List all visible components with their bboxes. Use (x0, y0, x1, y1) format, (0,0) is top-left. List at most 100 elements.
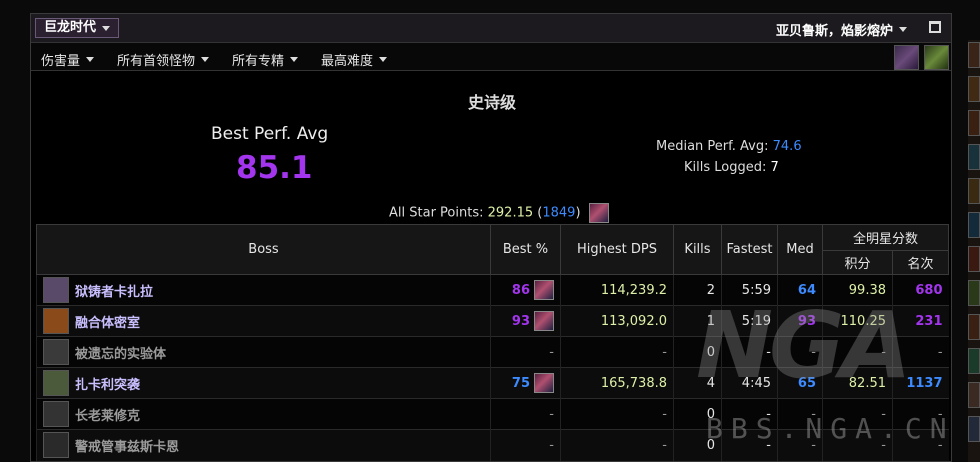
table-row[interactable]: 狱铸者卡扎拉 86 114,239.2 2 5:59 64 99.38 680 (36, 274, 949, 306)
spell-icon[interactable] (968, 42, 980, 68)
dps-cell: - (560, 336, 674, 368)
difficulty-filter-label: 最高难度 (321, 54, 374, 69)
boss-name[interactable]: 被遗忘的实验体 (75, 343, 166, 362)
fastest-cell: 5:19 (721, 305, 778, 337)
boss-name[interactable]: 狱铸者卡扎拉 (75, 281, 153, 300)
col-fastest[interactable]: Fastest (721, 224, 778, 275)
spell-icon[interactable] (968, 212, 980, 238)
spell-icon[interactable] (968, 314, 980, 340)
chevron-down-icon (102, 25, 111, 31)
difficulty-title: 史诗级 (467, 93, 516, 112)
best-percent: 75 (511, 375, 530, 391)
rank-cell: - (891, 429, 949, 461)
med-cell: 65 (777, 367, 823, 399)
kills-logged-value: 7 (770, 160, 779, 175)
boss-cell[interactable]: 警戒管事兹斯卡恩 (36, 429, 491, 461)
boss-filter-label: 所有首领怪物 (117, 54, 196, 69)
med-cell: 64 (777, 274, 823, 306)
kills-cell: 1 (673, 305, 722, 337)
dps-cell: 113,092.0 (560, 305, 674, 337)
difficulty-filter[interactable]: 最高难度 (321, 50, 388, 69)
metric-filter[interactable]: 伤害量 (41, 50, 95, 69)
spell-icon[interactable] (968, 144, 980, 170)
spec-icon (534, 280, 554, 300)
boss-portrait-icon (43, 277, 69, 303)
best-perf-label: Best Perf. Avg (211, 124, 329, 144)
all-star-points: All Star Points: 292.15 (1849) (389, 203, 609, 223)
points-cell: 82.51 (822, 367, 893, 399)
maximize-icon[interactable] (929, 21, 941, 33)
col-kills[interactable]: Kills (673, 224, 722, 275)
table-row[interactable]: 长老莱修克 - -0- - - - (36, 398, 949, 430)
col-best[interactable]: Best % (490, 224, 561, 275)
rank-cell: 231 (891, 305, 949, 337)
star-spec-icon (588, 203, 609, 223)
boss-name[interactable]: 融合体密室 (75, 312, 140, 331)
med-cell: - (777, 336, 823, 368)
spec-filter[interactable]: 所有专精 (232, 50, 299, 69)
chevron-down-icon (379, 57, 388, 62)
spec-filter-label: 所有专精 (232, 54, 285, 69)
best-cell: - (490, 336, 561, 368)
col-boss[interactable]: Boss (36, 224, 491, 275)
boss-cell[interactable]: 扎卡利突袭 (36, 367, 491, 399)
boss-filter[interactable]: 所有首领怪物 (117, 50, 210, 69)
med-cell: 93 (777, 305, 823, 337)
chevron-down-icon (290, 57, 299, 62)
metric-filter-label: 伤害量 (41, 54, 81, 69)
performance-summary: 史诗级 Best Perf. Avg 85.1 Median Perf. Avg… (31, 72, 951, 223)
table-row[interactable]: 警戒管事兹斯卡恩 - -0- - - - (36, 429, 949, 461)
dps-cell: - (560, 398, 674, 430)
spell-icon[interactable] (968, 348, 980, 374)
boss-cell[interactable]: 被遗忘的实验体 (36, 336, 491, 368)
fastest-cell: 4:45 (721, 367, 778, 399)
kills-cell: 4 (673, 367, 722, 399)
kills-cell: 0 (673, 429, 722, 461)
col-points[interactable]: 积分 (822, 250, 893, 275)
spell-icon[interactable] (968, 178, 980, 204)
boss-portrait-icon (43, 339, 69, 365)
character-select[interactable]: 亚贝鲁斯，焰影熔炉 (776, 20, 907, 39)
boss-portrait-icon (43, 432, 69, 459)
col-allstar: 全明星分数 (821, 224, 950, 251)
boss-cell[interactable]: 狱铸者卡扎拉 (36, 274, 491, 306)
boss-portrait-icon (43, 401, 69, 427)
boss-name[interactable]: 扎卡利突袭 (75, 374, 140, 393)
points-cell: - (822, 398, 893, 430)
spec-icon (534, 311, 554, 331)
kills-logged: Kills Logged: 7 (684, 160, 779, 175)
class-spec-icon[interactable] (894, 45, 919, 70)
best-percent: - (549, 344, 554, 360)
col-dps[interactable]: Highest DPS (560, 224, 674, 275)
median-perf: Median Perf. Avg: 74.6 (656, 139, 802, 154)
spell-icon[interactable] (968, 382, 980, 408)
side-icon-strip (968, 40, 980, 462)
dps-cell: 114,239.2 (560, 274, 674, 306)
kills-logged-label: Kills Logged: (684, 160, 767, 175)
boss-cell[interactable]: 长老莱修克 (36, 398, 491, 430)
points-cell: - (822, 429, 893, 461)
table-row[interactable]: 融合体密室 93 113,092.0 1 5:19 93 110.25 231 (36, 305, 949, 337)
spell-icon[interactable] (968, 280, 980, 306)
spell-icon[interactable] (968, 110, 980, 136)
best-cell: - (490, 398, 561, 430)
table-row[interactable]: 扎卡利突袭 75 165,738.8 4 4:45 65 82.51 1137 (36, 367, 949, 399)
key-icon[interactable] (924, 45, 949, 70)
chevron-down-icon (899, 27, 907, 32)
boss-name[interactable]: 长老莱修克 (75, 405, 140, 424)
spell-icon[interactable] (968, 416, 980, 442)
boss-name[interactable]: 警戒管事兹斯卡恩 (75, 436, 179, 455)
rank-cell: - (891, 398, 949, 430)
spell-icon[interactable] (968, 76, 980, 102)
spell-icon[interactable] (968, 246, 980, 272)
boss-cell[interactable]: 融合体密室 (36, 305, 491, 337)
col-rank[interactable]: 名次 (891, 250, 950, 275)
table-row[interactable]: 被遗忘的实验体 - -0- - - - (36, 336, 949, 368)
zone-select[interactable]: 巨龙时代 (35, 18, 120, 38)
fastest-cell: - (721, 398, 778, 430)
col-med[interactable]: Med (777, 224, 823, 275)
best-percent: - (549, 437, 554, 453)
rank-cell: 680 (891, 274, 949, 306)
best-percent: 86 (511, 282, 530, 298)
dps-cell: - (560, 429, 674, 461)
